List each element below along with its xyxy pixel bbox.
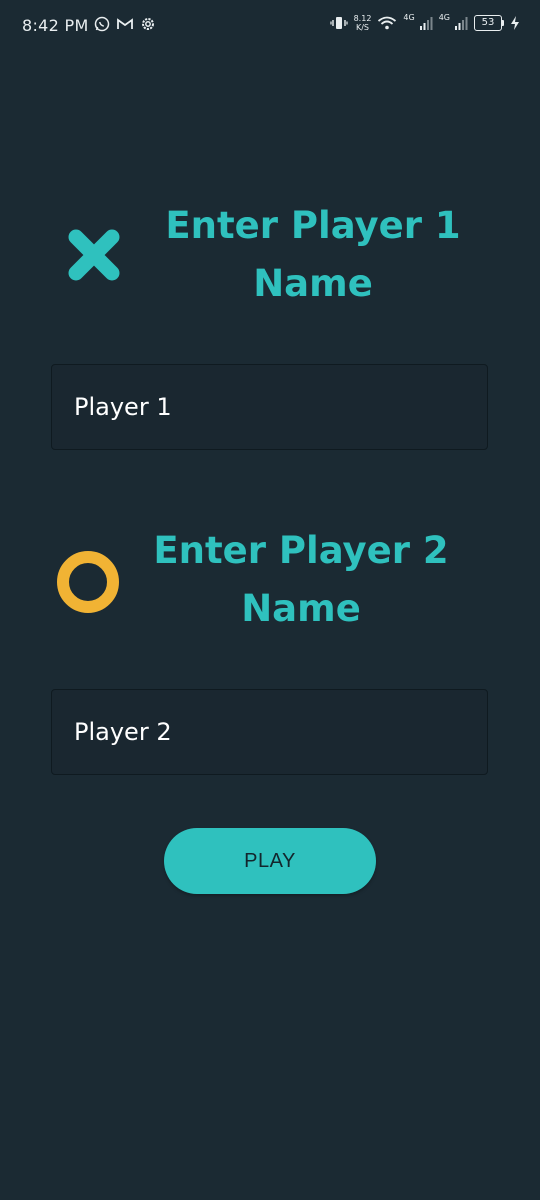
battery-indicator: 53 — [474, 15, 504, 31]
network-type-1: 4G — [403, 12, 415, 22]
notification-icons — [94, 16, 156, 32]
player2-name-input[interactable] — [51, 689, 488, 775]
x-mark-icon — [68, 229, 120, 281]
status-bar: 8:42 PM 8.12 K/S 4G 4G 53 — [0, 0, 540, 54]
play-button[interactable]: PLAY — [164, 828, 376, 894]
whatsapp-icon — [94, 16, 110, 32]
gmail-icon — [117, 18, 133, 29]
network-speed-value: 8.12 — [353, 14, 372, 23]
o-ring-icon — [57, 551, 119, 613]
signal-strength-icon — [455, 17, 468, 30]
signal-strength-icon — [419, 17, 433, 30]
player1-name-input[interactable] — [51, 364, 488, 450]
network-speed-unit: K/S — [355, 23, 370, 32]
player1-heading-line1: Enter Player 1 — [165, 204, 461, 247]
wifi-icon — [378, 16, 397, 30]
player1-heading-line2: Name — [253, 262, 373, 305]
charging-bolt-icon — [511, 16, 519, 30]
vibrate-icon — [329, 17, 348, 29]
settings-gear-icon — [142, 18, 154, 30]
status-right-icons: 8.12 K/S 4G 4G 53 — [329, 12, 520, 32]
player2-heading: Enter Player 2 Name — [150, 522, 452, 638]
battery-tip — [502, 20, 504, 26]
battery-level: 53 — [474, 15, 502, 31]
player2-heading-line2: Name — [241, 587, 361, 630]
player1-heading: Enter Player 1 Name — [162, 197, 464, 313]
player2-heading-line1: Enter Player 2 — [153, 529, 449, 572]
network-type-2: 4G — [438, 12, 450, 22]
network-speed: 8.12 K/S — [354, 14, 372, 32]
status-time: 8:42 PM — [22, 16, 89, 35]
